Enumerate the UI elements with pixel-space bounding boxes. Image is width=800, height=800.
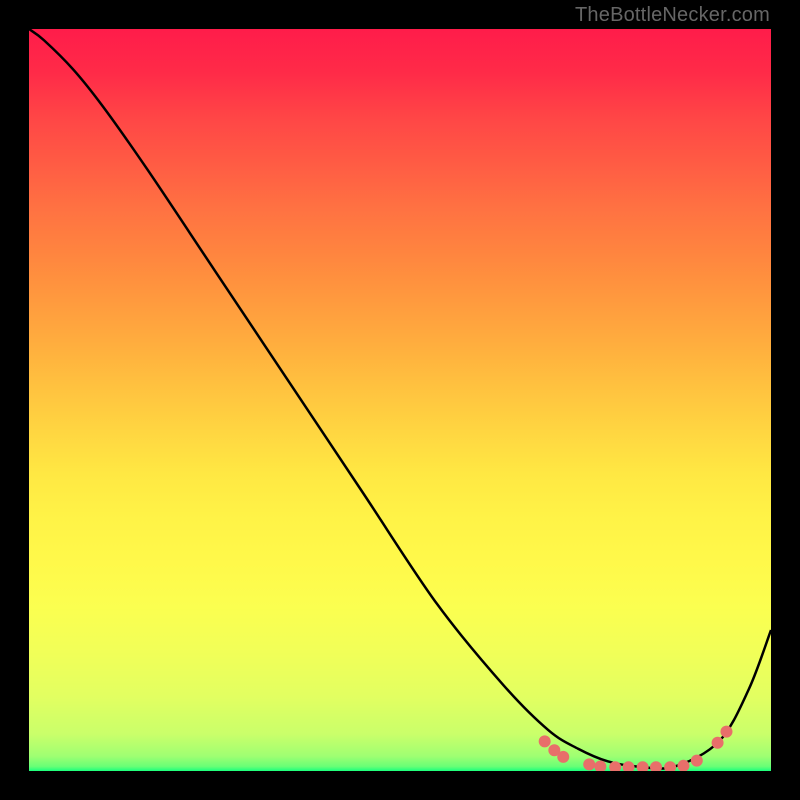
marker-dot xyxy=(650,761,662,771)
marker-dot xyxy=(594,761,606,771)
marker-dot xyxy=(712,737,724,749)
marker-dot xyxy=(720,726,732,738)
chart-svg xyxy=(29,29,771,771)
marker-dot xyxy=(664,761,676,771)
marker-dot xyxy=(691,755,703,767)
marker-dot xyxy=(583,758,595,770)
marker-dot xyxy=(623,761,635,771)
marker-group xyxy=(539,726,733,771)
chart-frame: TheBottleNecker.com xyxy=(0,0,800,800)
plot-area xyxy=(29,29,771,771)
marker-dot xyxy=(539,735,551,747)
marker-dot xyxy=(637,761,649,771)
marker-dot xyxy=(548,744,560,756)
chart-curve xyxy=(29,29,771,769)
marker-dot xyxy=(677,760,689,771)
marker-dot xyxy=(557,751,569,763)
attribution-text: TheBottleNecker.com xyxy=(575,4,770,27)
marker-dot xyxy=(609,761,621,771)
